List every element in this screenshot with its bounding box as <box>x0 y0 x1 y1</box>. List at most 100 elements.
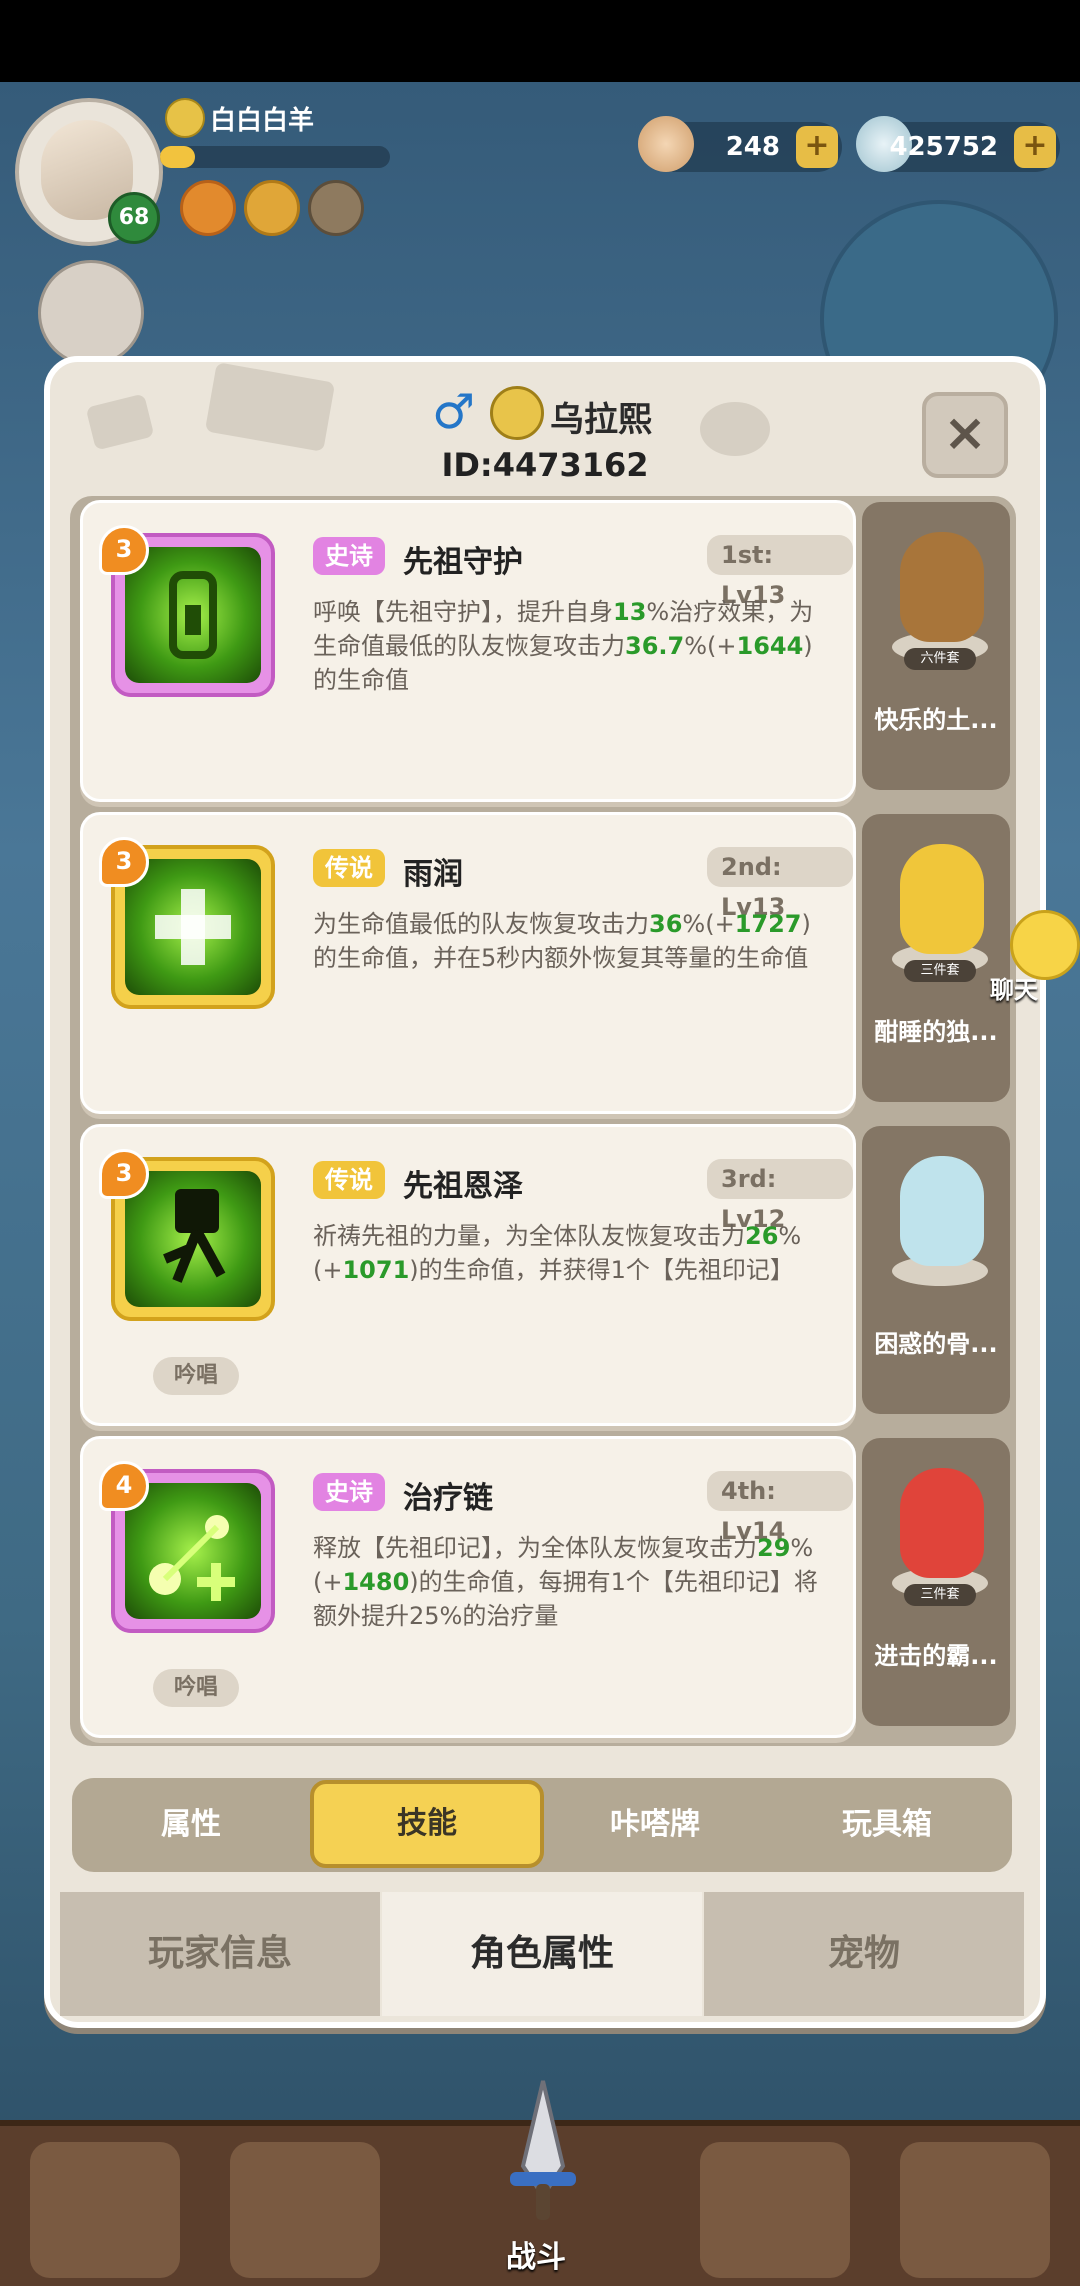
buff-icon[interactable] <box>180 180 236 236</box>
buff-icon[interactable] <box>308 180 364 236</box>
skill-slot-level: 3rd: Lv12 <box>707 1159 853 1233</box>
skill-slot-level: 4th: Lv14 <box>707 1471 853 1545</box>
skill-level-badge: 3 <box>99 837 149 887</box>
set-count-badge: 三件套 <box>904 960 976 982</box>
skill-name: 治疗链 <box>403 1481 493 1516</box>
skill-description: 呼唤【先祖守护】，提升自身13%治疗效果，为生命值最低的队友恢复攻击力36.7%… <box>313 598 814 694</box>
add-pearl-button[interactable]: + <box>1014 126 1056 168</box>
close-button[interactable]: × <box>922 392 1008 478</box>
skill-value-highlight: 1480 <box>342 1568 410 1596</box>
toy-set-name: 快乐的土... <box>874 706 998 734</box>
nav-button[interactable] <box>900 2142 1050 2278</box>
toy-set-name: 酣睡的独... <box>874 1018 998 1046</box>
pearl-currency: 425752 + <box>856 116 1060 172</box>
skill-name: 雨润 <box>403 857 463 892</box>
subtab-2[interactable]: 咔嗒牌 <box>542 1784 768 1866</box>
skill-icon-art <box>125 1483 261 1619</box>
character-name: 乌拉熙 <box>550 400 652 440</box>
skill-glyph-icon <box>149 1515 235 1601</box>
toy-figure-image <box>900 532 984 642</box>
main-tab-bar: 玩家信息 角色属性 宠物 <box>60 1892 1024 2016</box>
add-shell-button[interactable]: + <box>796 126 838 168</box>
pearl-amount: 425752 <box>889 132 998 162</box>
player-level-badge: 68 <box>108 192 160 244</box>
shell-currency: 248 + <box>638 116 842 172</box>
header-decoration <box>204 362 336 452</box>
skill-value-highlight: 36 <box>649 910 683 938</box>
toy-set-card[interactable]: 困惑的骨... <box>862 1126 1010 1414</box>
skill-name: 先祖守护 <box>403 545 523 580</box>
skill-value-highlight: 13 <box>613 598 647 626</box>
skill-level-badge: 3 <box>99 1149 149 1199</box>
main-tab-0[interactable]: 玩家信息 <box>60 1892 380 2016</box>
skill-value-highlight: 36.7 <box>625 632 685 660</box>
chant-tag: 吟唱 <box>153 1357 239 1395</box>
set-count-badge: 六件套 <box>904 648 976 670</box>
skill-card[interactable]: 3 传说 先祖恩泽 3rd: Lv12 祈祷先祖的力量，为全体队友恢复攻击力26%(+1… <box>80 1124 856 1426</box>
skill-value-highlight: 1071 <box>342 1256 410 1284</box>
rarity-tag: 传说 <box>313 849 385 887</box>
skill-icon-art <box>125 1171 261 1307</box>
skill-icon-art <box>125 547 261 683</box>
rarity-tag: 史诗 <box>313 537 385 575</box>
toy-set-card[interactable]: 三件套酣睡的独... <box>862 814 1010 1102</box>
character-info-modal: ♂ 乌拉熙 ID:4473162 × 3 史诗 先祖守护 1st: Lv13 呼唤【先祖… <box>44 356 1046 2028</box>
main-tab-2[interactable]: 宠物 <box>704 1892 1024 2016</box>
subtab-1[interactable]: 技能 <box>310 1780 544 1868</box>
main-tab-1[interactable]: 角色属性 <box>382 1892 702 2016</box>
sub-tab-bar: 属性 技能 咔嗒牌 玩具箱 <box>72 1778 1012 1872</box>
skill-level-badge: 3 <box>99 525 149 575</box>
subtab-0[interactable]: 属性 <box>78 1784 304 1866</box>
toy-figure-image <box>900 1468 984 1578</box>
subtab-3[interactable]: 玩具箱 <box>774 1784 1000 1866</box>
toy-set-name: 困惑的骨... <box>874 1330 998 1358</box>
skill-glyph-icon <box>163 1189 226 1283</box>
skill-name: 先祖恩泽 <box>403 1169 523 1204</box>
set-count-badge: 三件套 <box>904 1584 976 1606</box>
header-decoration <box>85 393 155 451</box>
player-name: 白白白羊 <box>210 106 315 136</box>
shell-amount: 248 <box>725 132 780 162</box>
skill-description: 释放【先祖印记】，为全体队友恢复攻击力29%(+1480)的生命值，每拥有1个【… <box>313 1534 818 1630</box>
nav-button[interactable] <box>230 2142 380 2278</box>
skill-description: 祈祷先祖的力量，为全体队友恢复攻击力26%(+1071)的生命值，并获得1个【先… <box>313 1222 802 1284</box>
nav-button[interactable] <box>30 2142 180 2278</box>
character-id: ID:4473162 <box>441 446 649 484</box>
skill-slot-level: 2nd: Lv13 <box>707 847 853 921</box>
skill-card[interactable]: 4 史诗 治疗链 4th: Lv14 释放【先祖印记】，为全体队友恢复攻击力29%(+1… <box>80 1436 856 1738</box>
skill-description: 为生命值最低的队友恢复攻击力36%(+1727)的生命值，并在5秒内额外恢复其等… <box>313 910 811 972</box>
buff-icon[interactable] <box>244 180 300 236</box>
rarity-tag: 史诗 <box>313 1473 385 1511</box>
skill-glyph-icon <box>169 571 217 659</box>
battle-label[interactable]: 战斗 <box>506 2232 566 2276</box>
chat-label[interactable]: 聊天 <box>990 970 1038 1005</box>
character-emoji-icon <box>490 386 544 440</box>
skill-slot-level: 1st: Lv13 <box>707 535 853 609</box>
skill-list[interactable]: 3 史诗 先祖守护 1st: Lv13 呼唤【先祖守护】，提升自身13%治疗效果，为生命… <box>70 496 1016 1746</box>
exp-bar-fill <box>160 146 195 168</box>
skill-level-badge: 4 <box>99 1461 149 1511</box>
skill-value-highlight: 1644 <box>736 632 804 660</box>
exp-bar <box>160 146 390 168</box>
skill-card[interactable]: 3 史诗 先祖守护 1st: Lv13 呼唤【先祖守护】，提升自身13%治疗效果，为生命… <box>80 500 856 802</box>
teammate-avatar[interactable] <box>38 260 144 366</box>
skill-value-highlight: 29 <box>757 1534 791 1562</box>
toy-figure-image <box>900 844 984 954</box>
chant-tag: 吟唱 <box>153 1669 239 1707</box>
toy-set-card[interactable]: 六件套快乐的土... <box>862 502 1010 790</box>
player-emoji-icon <box>165 98 205 138</box>
status-bar <box>0 0 1080 82</box>
male-gender-icon: ♂ <box>432 384 476 440</box>
nav-button[interactable] <box>700 2142 850 2278</box>
toy-set-card[interactable]: 三件套进击的霸... <box>862 1438 1010 1726</box>
skill-icon-art <box>125 859 261 995</box>
shell-icon <box>638 116 694 172</box>
skill-value-highlight: 1727 <box>734 910 802 938</box>
toy-set-name: 进击的霸... <box>874 1642 998 1670</box>
skill-glyph-icon <box>155 889 231 965</box>
toy-figure-image <box>900 1156 984 1266</box>
skill-card[interactable]: 3 传说 雨润 2nd: Lv13 为生命值最低的队友恢复攻击力36%(+1727)的生… <box>80 812 856 1114</box>
rarity-tag: 传说 <box>313 1161 385 1199</box>
skill-value-highlight: 26 <box>745 1222 779 1250</box>
battle-sword-icon[interactable] <box>488 2076 598 2226</box>
